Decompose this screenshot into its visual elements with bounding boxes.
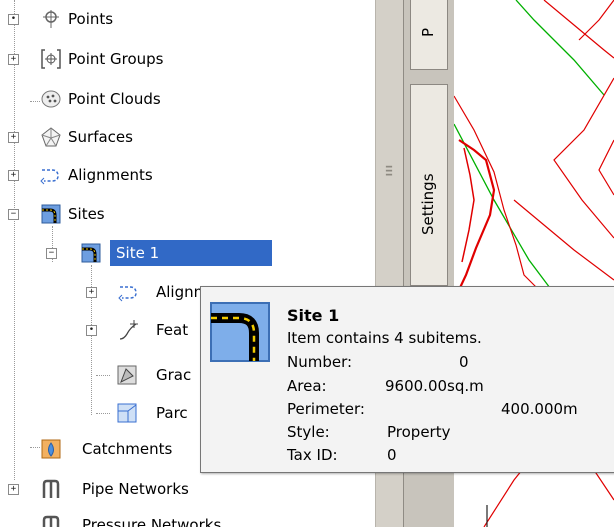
- contour-line[interactable]: [578, 0, 614, 41]
- tree-item-site1[interactable]: − Site 1: [0, 240, 370, 266]
- tree-item-points[interactable]: • Points: [0, 6, 370, 32]
- tree-item-sites[interactable]: − Sites: [0, 201, 370, 227]
- perimeter-value: 400.000m: [501, 400, 578, 418]
- catchments-icon: [41, 439, 61, 459]
- splitter-grip-icon[interactable]: ━ ━ ━: [386, 163, 394, 181]
- expand-icon[interactable]: +: [8, 170, 19, 181]
- surfaces-icon: [41, 127, 61, 147]
- area-value: 9600.00sq.m: [385, 377, 484, 395]
- feature-lines-icon: [119, 320, 138, 340]
- contour-line[interactable]: [513, 199, 614, 281]
- node-bullet-icon[interactable]: •: [86, 325, 97, 336]
- site-large-icon: [210, 302, 270, 362]
- tree-item-label: Sites: [68, 205, 105, 223]
- contour-line[interactable]: [598, 139, 614, 196]
- tab-label: P: [419, 27, 437, 37]
- tree-item-label: Pipe Networks: [82, 480, 189, 498]
- contour-line[interactable]: [543, 0, 614, 59]
- parcel-line[interactable]: [457, 139, 496, 293]
- collapse-icon[interactable]: −: [46, 248, 57, 259]
- area-label: Area:: [287, 377, 327, 395]
- taxid-label: Tax ID:: [287, 446, 338, 464]
- collapse-icon[interactable]: −: [8, 209, 19, 220]
- tree-item-alignments[interactable]: + Alignments: [0, 162, 370, 188]
- tree-item-label: Point Groups: [68, 50, 164, 68]
- tree-item-point-groups[interactable]: + Point Groups: [0, 46, 370, 72]
- tree-item-label: Pressure Networks: [82, 516, 222, 527]
- tree-item-label: Surfaces: [68, 128, 133, 146]
- expand-icon[interactable]: +: [8, 484, 19, 495]
- tooltip-title: Site 1: [287, 306, 340, 325]
- sites-icon: [41, 204, 61, 224]
- perimeter-label: Perimeter:: [287, 400, 365, 418]
- site-icon: [81, 243, 101, 263]
- pressure-networks-icon: [42, 515, 60, 527]
- number-label: Number:: [287, 353, 353, 371]
- tree-item-pressure-networks[interactable]: Pressure Networks: [0, 512, 370, 527]
- number-value: 0: [459, 353, 469, 371]
- tooltip: Site 1 Item contains 4 subitems. Number:…: [200, 286, 614, 473]
- points-icon: [43, 10, 59, 28]
- tree-item-label: Parc: [156, 404, 188, 422]
- point-clouds-icon: [41, 90, 61, 108]
- tree-item-label: Points: [68, 10, 114, 28]
- tree-item-label: Site 1: [110, 240, 272, 266]
- alignment-line[interactable]: [515, 0, 605, 96]
- pipe-networks-icon: [42, 479, 60, 498]
- parcel-line[interactable]: [461, 147, 475, 263]
- tree-item-label: Point Clouds: [68, 90, 161, 108]
- tab-label: Settings: [419, 173, 437, 235]
- tree-item-label: Alignments: [68, 166, 153, 184]
- expand-icon[interactable]: +: [8, 54, 19, 65]
- tab-prospector[interactable]: P: [410, 0, 448, 70]
- tree-item-label: Grac: [156, 366, 192, 384]
- tab-settings[interactable]: Settings: [410, 84, 448, 286]
- tree-item-label: Catchments: [82, 440, 173, 458]
- expand-icon[interactable]: +: [86, 287, 97, 298]
- node-bullet-icon[interactable]: •: [8, 14, 19, 25]
- tree-item-point-clouds[interactable]: Point Clouds: [0, 86, 370, 112]
- parcels-icon: [117, 403, 137, 423]
- tree-item-label: Feat: [156, 321, 189, 339]
- expand-icon[interactable]: +: [8, 132, 19, 143]
- tree-item-surfaces[interactable]: + Surfaces: [0, 124, 370, 150]
- tooltip-subtitle: Item contains 4 subitems.: [287, 329, 482, 347]
- style-label: Style:: [287, 423, 330, 441]
- point-groups-icon: [41, 49, 61, 69]
- tree-item-pipe-networks[interactable]: + Pipe Networks: [0, 476, 370, 502]
- alignments-icon: [118, 286, 137, 302]
- alignments-icon: [40, 169, 59, 185]
- style-value: Property: [387, 423, 451, 441]
- grading-icon: [117, 365, 137, 385]
- taxid-value: 0: [387, 446, 397, 464]
